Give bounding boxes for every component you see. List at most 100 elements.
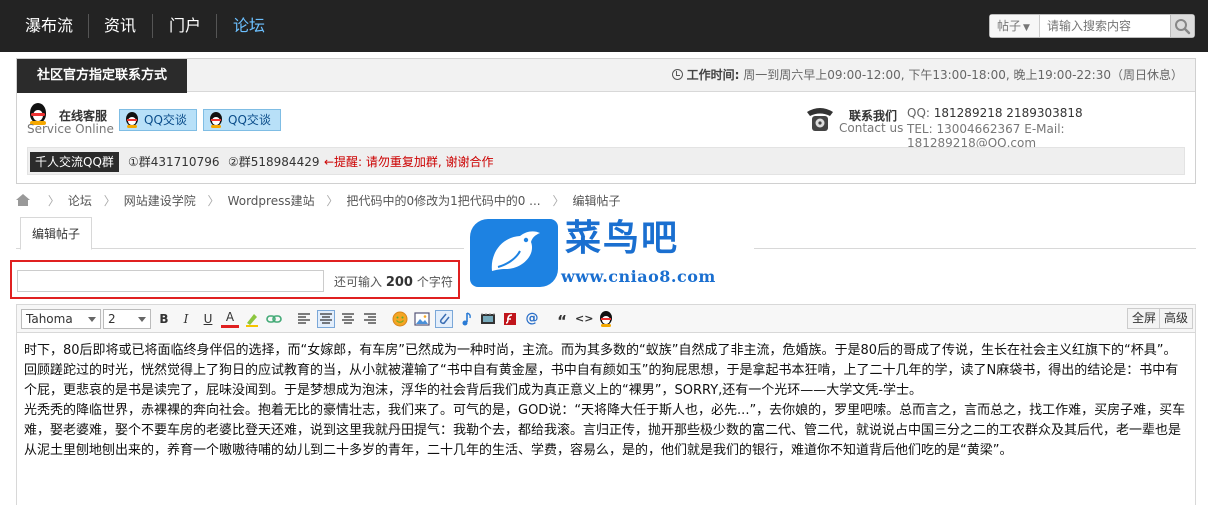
align-center-button[interactable]: [317, 310, 335, 328]
work-time: 工作时间: 周一到周六早上09:00-12:00, 下午13:00-18:00,…: [671, 59, 1183, 92]
qq-chat-button-1[interactable]: QQ交谈: [119, 109, 197, 131]
align-right-button[interactable]: [361, 310, 379, 328]
work-time-label: 工作时间:: [686, 68, 740, 82]
editor-toolbar: Tahoma 2 B I U A @ “ <> 全屏 高级: [16, 304, 1196, 333]
home-icon[interactable]: [16, 194, 30, 206]
breadcrumb-separator: 〉: [326, 194, 339, 208]
nav-divider: [152, 14, 153, 38]
contact-tel-line: TEL: 13004662367 E-Mail: 181289218@QQ.co…: [907, 122, 1065, 150]
music-note-icon: [462, 312, 471, 326]
contact-panel-header: 社区官方指定联系方式 工作时间: 周一到周六早上09:00-12:00, 下午1…: [17, 59, 1195, 93]
qq-chat-label: QQ交谈: [228, 113, 271, 127]
breadcrumb-separator: 〉: [103, 194, 116, 208]
align-center-icon: [342, 313, 354, 324]
qq-group-2[interactable]: ②群518984429: [228, 148, 319, 176]
chevron-down-icon: [88, 317, 96, 322]
fullscreen-button[interactable]: 全屏: [1127, 308, 1162, 329]
video-icon: [481, 313, 495, 324]
telephone-icon: [807, 108, 833, 131]
nav-item-waterfall[interactable]: 瀑布流: [25, 0, 73, 52]
highlighter-icon: [246, 314, 258, 327]
quote-button[interactable]: “: [553, 310, 571, 330]
qq-group-warning: ←提醒: 请勿重复加群, 谢谢合作: [324, 155, 494, 169]
qq-group-1[interactable]: ①群431710796: [128, 148, 219, 176]
underline-button[interactable]: U: [199, 310, 217, 328]
site-logo: 菜鸟吧 www.cniao8.com: [464, 212, 754, 297]
font-color-button[interactable]: A: [221, 310, 239, 328]
contact-qq-line: QQ: 181289218 2189303818: [907, 106, 1083, 120]
insert-video-button[interactable]: [479, 310, 497, 328]
insert-music-button[interactable]: [457, 310, 475, 328]
background-color-button[interactable]: [243, 310, 261, 328]
align-left-button[interactable]: [295, 310, 313, 328]
image-icon: [414, 312, 430, 326]
breadcrumb: 〉论坛 〉网站建设学院 〉 Wordpress建站 〉把代码中的0修改为1把代码中…: [16, 192, 620, 210]
qq-share-button[interactable]: [597, 310, 615, 328]
align-left-icon: [298, 313, 310, 324]
insert-image-button[interactable]: [413, 310, 431, 328]
contact-panel-title: 社区官方指定联系方式: [17, 59, 187, 93]
char-count-suffix: 个字符: [416, 275, 453, 289]
search-input[interactable]: [1041, 15, 1169, 37]
contact-qq-value: 181289218 2189303818: [933, 106, 1083, 120]
char-count-prefix: 还可输入: [334, 275, 383, 289]
font-size-value: 2: [108, 312, 116, 326]
qq-icon: [125, 112, 139, 128]
italic-button[interactable]: I: [177, 310, 195, 328]
breadcrumb-separator: 〉: [207, 194, 220, 208]
align-right-icon: [364, 313, 376, 324]
emoji-button[interactable]: [391, 310, 409, 328]
search-icon: [1175, 19, 1191, 35]
logo-tile: [470, 219, 558, 287]
top-navbar: 瀑布流 资讯 门户 论坛 帖子 ▼: [0, 0, 1208, 52]
mention-button[interactable]: @: [523, 310, 541, 328]
breadcrumb-thread[interactable]: 把代码中的0修改为1把代码中的0 ...: [346, 194, 540, 208]
font-family-select[interactable]: Tahoma: [21, 309, 101, 329]
nav-divider: [216, 14, 217, 38]
advanced-mode-button[interactable]: 高级: [1159, 308, 1194, 329]
qq-chat-label: QQ交谈: [144, 113, 187, 127]
breadcrumb-wordpress[interactable]: Wordpress建站: [228, 194, 315, 208]
font-family-value: Tahoma: [26, 312, 73, 326]
font-size-select[interactable]: 2: [103, 309, 151, 329]
chevron-down-icon: [138, 317, 146, 322]
qq-group-bar: 千人交流QQ群 ①群431710796 ②群518984429 ←提醒: 请勿重…: [27, 147, 1185, 175]
subject-char-count: 还可输入 200 个字符: [334, 273, 453, 290]
bold-button[interactable]: B: [155, 310, 173, 328]
nav-item-portal[interactable]: 门户: [169, 0, 201, 52]
logo-text: 菜鸟吧: [565, 217, 680, 259]
contact-us-sublabel: Contact us: [839, 121, 904, 135]
smiley-icon: [392, 311, 408, 327]
breadcrumb-forum[interactable]: 论坛: [68, 194, 92, 208]
qq-group-tag: 千人交流QQ群: [30, 152, 119, 172]
tab-edit-post[interactable]: 编辑帖子: [20, 217, 92, 250]
nav-item-news[interactable]: 资讯: [104, 0, 136, 52]
qq-chat-button-2[interactable]: QQ交谈: [203, 109, 281, 131]
char-count-value: 200: [385, 275, 413, 290]
insert-link-button[interactable]: [265, 310, 283, 328]
breadcrumb-separator: 〉: [552, 194, 565, 208]
chevron-down-icon: ▼: [1023, 23, 1030, 33]
attachment-button[interactable]: [435, 310, 453, 328]
subject-input[interactable]: [17, 270, 324, 292]
search-scope-label: 帖子: [997, 19, 1022, 33]
link-icon: [266, 315, 282, 323]
editor-content[interactable]: 时下，80后即将或已将面临终身伴侣的选择，而“女嫁郎，有车房”已然成为一种时尚，…: [16, 333, 1196, 505]
subject-highlight-box: 还可输入 200 个字符: [10, 260, 460, 299]
logo-url: www.cniao8.com: [561, 267, 716, 286]
paperclip-icon: [439, 313, 450, 325]
content-paragraph: 光秃秃的降临世界，赤裸裸的奔向社会。抱着无比的豪情壮志，我们来了。可气的是，GO…: [24, 403, 1186, 458]
search-scope-select[interactable]: 帖子 ▼: [990, 15, 1040, 37]
qq-icon: [599, 311, 613, 327]
search-button[interactable]: [1170, 15, 1194, 37]
flash-icon: [504, 313, 516, 325]
contact-qq-label: QQ:: [907, 106, 930, 120]
nav-item-forum[interactable]: 论坛: [233, 0, 265, 52]
qq-icon: [209, 112, 223, 128]
align-justify-button[interactable]: [339, 310, 357, 328]
insert-flash-button[interactable]: [501, 310, 519, 328]
content-paragraph: 时下，80后即将或已将面临终身伴侣的选择，而“女嫁郎，有车房”已然成为一种时尚，…: [24, 343, 1177, 358]
content-paragraph: 回顾蹉跎过的时光，恍然觉得上了狗日的应试教育的当，从小就被灌输了“书中自有黄金屋…: [24, 363, 1179, 398]
breadcrumb-web-academy[interactable]: 网站建设学院: [124, 194, 196, 208]
code-button[interactable]: <>: [575, 310, 593, 328]
